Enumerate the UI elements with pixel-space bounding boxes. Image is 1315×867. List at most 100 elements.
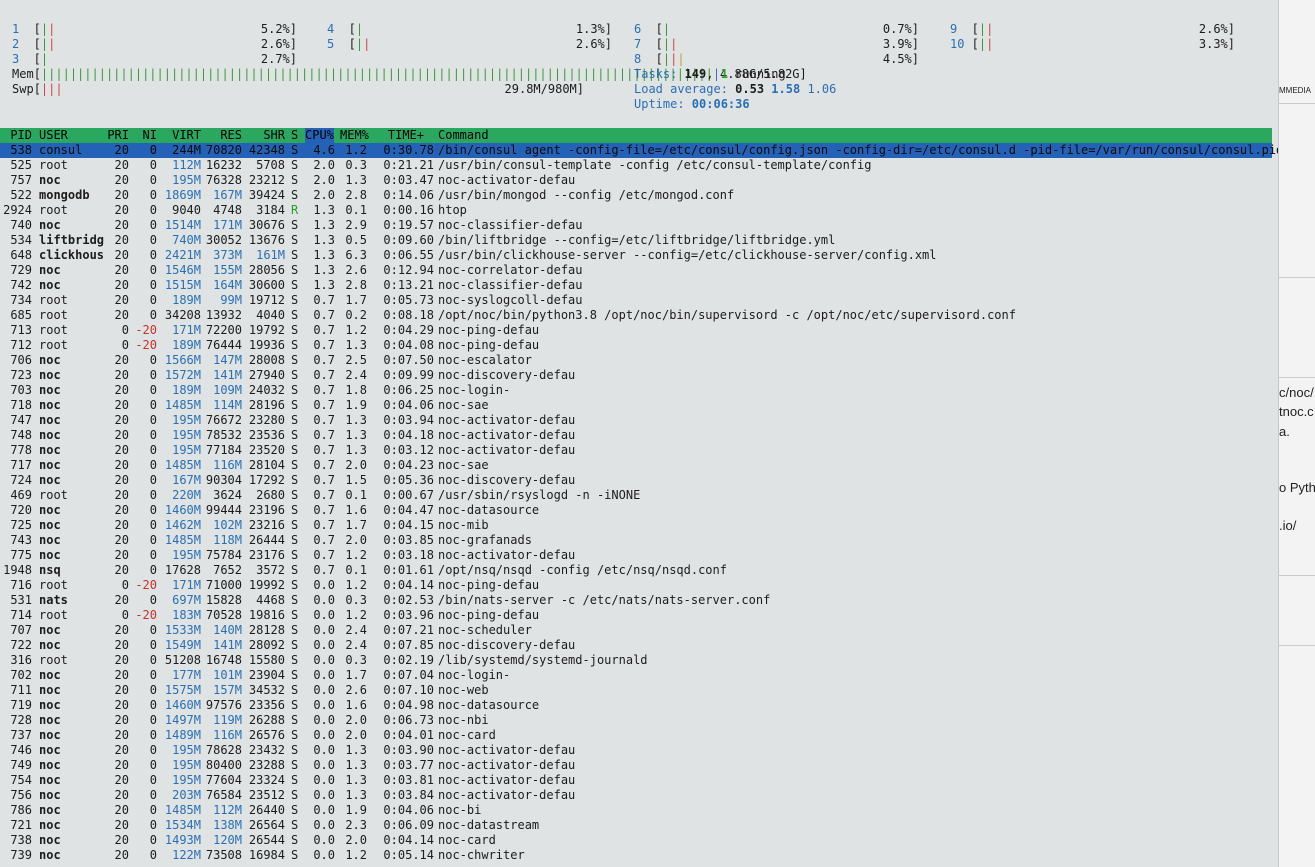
table-row[interactable]: 531 nats 20 0 697M 15828 4468 S 0.0 0.3 0:02.53/bi…: [0, 593, 1272, 608]
table-row[interactable]: 717 noc 20 0 1485M 116M 28104 S 0.7 2.0 0:04.23 noc…: [0, 458, 1272, 473]
table-row[interactable]: 538 consul 20 0 244M 70820 42348 S 4.6 1.2 0:30.78…: [0, 143, 1278, 158]
table-row[interactable]: 746 noc 20 0 195M 78628 23432 S 0.0 1.3 0:03.90 noc…: [0, 743, 1272, 758]
table-row[interactable]: 706 noc 20 0 1566M 147M 28008 S 0.7 2.5 0:07.50 noc…: [0, 353, 1272, 368]
cell-mem: 1.3: [345, 173, 367, 187]
cell-res: 30052: [205, 233, 242, 247]
col-command[interactable]: Command: [438, 128, 489, 143]
cell-command: noc-discovery-defau: [438, 368, 576, 382]
table-row[interactable]: 725 noc 20 0 1462M 102M 23216 S 0.7 1.7 0:04.15 noc…: [0, 518, 1272, 533]
table-row[interactable]: 716 root 0 -20 171M 71000 19992 S 0.0 1.2 0:04.14 n…: [0, 578, 1272, 593]
table-row[interactable]: 703 noc 20 0 189M 109M 24032 S 0.7 1.8 0:06.25 noc-…: [0, 383, 1272, 398]
htop-terminal[interactable]: 1 [|| 5.2%] 2 [|| 2.6%] 3 [| 2.7%] 4 [| 1.3%] 5 …: [0, 0, 1278, 867]
table-row[interactable]: 711 noc 20 0 1575M 157M 34532 S 0.0 2.6 0:07.10 noc…: [0, 683, 1272, 698]
cell-res: 76584: [205, 788, 242, 802]
cpu-meter: 8 [||| 4.5%]: [634, 52, 919, 66]
cell-command: noc-activator-defau: [438, 758, 576, 772]
table-row[interactable]: 749 noc 20 0 195M 80400 23288 S 0.0 1.3 0:03.77 noc…: [0, 758, 1272, 773]
table-row[interactable]: 729 noc 20 0 1546M 155M 28056 S 1.3 2.6 0:12.94 noc…: [0, 263, 1272, 278]
cell-ni: 0: [149, 533, 157, 547]
cell-mem: 1.9: [345, 803, 367, 817]
cell-shr: 17292: [248, 473, 285, 487]
table-row[interactable]: 685 root 20 0 34208 13932 4040 S 0.7 0.2 0:08.18/o…: [0, 308, 1272, 323]
cell-time: 0:03.90: [383, 743, 434, 757]
col-pri[interactable]: PRI: [102, 128, 129, 143]
table-row[interactable]: 719 noc 20 0 1460M 97576 23356 S 0.0 1.6 0:04.98 no…: [0, 698, 1272, 713]
cell-ni: 0: [149, 443, 157, 457]
table-row[interactable]: 713 root 0 -20 171M 72200 19792 S 0.7 1.2 0:04.29 n…: [0, 323, 1272, 338]
table-row[interactable]: 754 noc 20 0 195M 77604 23324 S 0.0 1.3 0:03.81 noc…: [0, 773, 1272, 788]
table-row[interactable]: 720 noc 20 0 1460M 99444 23196 S 0.7 1.6 0:04.47 no…: [0, 503, 1272, 518]
cell-state: S: [291, 653, 299, 667]
cell-pid: 719: [10, 698, 32, 712]
table-row[interactable]: 525 root 20 0 112M 16232 5708 S 2.0 0.3 0:21.21/us…: [0, 158, 1272, 173]
cell-pri: 20: [114, 533, 129, 547]
cell-cpu: 0.7: [313, 383, 335, 397]
col-time[interactable]: TIME+: [382, 128, 424, 143]
table-row[interactable]: 778 noc 20 0 195M 77184 23520 S 0.7 1.3 0:03.12 noc…: [0, 443, 1272, 458]
cell-user: noc: [39, 668, 61, 682]
table-row[interactable]: 534 liftbridg 20 0 740M 30052 13676 S 1.3 0.5 0:09…: [0, 233, 1272, 248]
table-row[interactable]: 756 noc 20 0 203M 76584 23512 S 0.0 1.3 0:03.84 noc…: [0, 788, 1272, 803]
table-row[interactable]: 757 noc 20 0 195M 76328 23212 S 2.0 1.3 0:03.47 noc…: [0, 173, 1272, 188]
cell-pid: 469: [10, 488, 32, 502]
cell-time: 0:06.09: [383, 818, 434, 832]
col-mem[interactable]: MEM%: [340, 128, 369, 143]
cell-ni: 0: [149, 473, 157, 487]
col-user[interactable]: USER: [39, 128, 68, 143]
col-ni[interactable]: NI: [133, 128, 157, 143]
cell-cpu: 0.0: [313, 818, 335, 832]
cell-virt: 1533M: [164, 623, 201, 637]
table-row[interactable]: 316 root 20 0 51208 16748 15580 S 0.0 0.3 0:02.19 /…: [0, 653, 1272, 668]
cell-cpu: 0.0: [313, 833, 335, 847]
table-row[interactable]: 723 noc 20 0 1572M 141M 27940 S 0.7 2.4 0:09.99 noc…: [0, 368, 1272, 383]
table-row[interactable]: 712 root 0 -20 189M 76444 19936 S 0.7 1.3 0:04.08 n…: [0, 338, 1272, 353]
table-row[interactable]: 722 noc 20 0 1549M 141M 28092 S 0.0 2.4 0:07.85 noc…: [0, 638, 1272, 653]
col-res[interactable]: RES: [205, 128, 242, 143]
table-row[interactable]: 775 noc 20 0 195M 75784 23176 S 0.7 1.2 0:03.18 noc…: [0, 548, 1272, 563]
table-row[interactable]: 522 mongodb 20 0 1869M 167M 39424 S 2.0 2.8 0:14.0…: [0, 188, 1272, 203]
table-row[interactable]: 738 noc 20 0 1493M 120M 26544 S 0.0 2.0 0:04.14 noc…: [0, 833, 1272, 848]
table-row[interactable]: 1948 nsq 20 0 17628 7652 3572 S 0.7 0.1 0:01.61/op…: [0, 563, 1272, 578]
table-row[interactable]: 728 noc 20 0 1497M 119M 26288 S 0.0 2.0 0:06.73 noc…: [0, 713, 1272, 728]
table-row[interactable]: 743 noc 20 0 1485M 118M 26444 S 0.7 2.0 0:03.85 noc…: [0, 533, 1272, 548]
cell-virt: 51208: [164, 653, 201, 667]
table-row[interactable]: 721 noc 20 0 1534M 138M 26564 S 0.0 2.3 0:06.09 noc…: [0, 818, 1272, 833]
cell-time: 0:04.06: [383, 398, 434, 412]
table-row[interactable]: 714 root 0 -20 183M 70528 19816 S 0.0 1.2 0:03.96 n…: [0, 608, 1272, 623]
cell-command: noc-bi: [438, 803, 482, 817]
col-cpu[interactable]: CPU%: [305, 128, 334, 143]
cell-pri: 20: [114, 668, 129, 682]
table-row[interactable]: 2924 root 20 0 9040 4748 3184 R 1.3 0.1 0:00.16 hto…: [0, 203, 1272, 218]
table-row[interactable]: 718 noc 20 0 1485M 114M 28196 S 0.7 1.9 0:04.06 noc…: [0, 398, 1272, 413]
cell-pri: 0: [121, 323, 129, 337]
cell-time: 0:02.19: [383, 653, 434, 667]
table-row[interactable]: 742 noc 20 0 1515M 164M 30600 S 1.3 2.8 0:13.21 noc…: [0, 278, 1272, 293]
cell-res: 171M: [213, 218, 242, 232]
col-state[interactable]: S: [291, 128, 298, 143]
col-virt[interactable]: VIRT: [160, 128, 201, 143]
table-row[interactable]: 702 noc 20 0 177M 101M 23904 S 0.0 1.7 0:07.04 noc-…: [0, 668, 1272, 683]
table-row[interactable]: 707 noc 20 0 1533M 140M 28128 S 0.0 2.4 0:07.21 noc…: [0, 623, 1272, 638]
table-row[interactable]: 734 root 20 0 189M 99M 19712 S 0.7 1.7 0:05.73 noc-…: [0, 293, 1272, 308]
cell-res: 147M: [213, 353, 242, 367]
table-row[interactable]: 469 root 20 0 220M 3624 2680 S 0.7 0.1 0:00.67/usr…: [0, 488, 1272, 503]
table-row[interactable]: 724 noc 20 0 167M 90304 17292 S 0.7 1.5 0:05.36 noc…: [0, 473, 1272, 488]
table-row[interactable]: 739 noc 20 0 122M 73508 16984 S 0.0 1.2 0:05.14 noc…: [0, 848, 1272, 863]
cell-virt: 171M: [172, 323, 201, 337]
cell-ni: -20: [135, 338, 157, 352]
col-shr[interactable]: SHR: [245, 128, 285, 143]
table-row[interactable]: 748 noc 20 0 195M 78532 23536 S 0.7 1.3 0:04.18 noc…: [0, 428, 1272, 443]
cell-user: noc: [39, 518, 61, 532]
cell-pri: 20: [114, 518, 129, 532]
cell-state: S: [291, 293, 299, 307]
table-row[interactable]: 737 noc 20 0 1489M 116M 26576 S 0.0 2.0 0:04.01 noc…: [0, 728, 1272, 743]
cell-pid: 734: [10, 293, 32, 307]
cell-shr: 4468: [256, 593, 285, 607]
table-row[interactable]: 786 noc 20 0 1485M 112M 26440 S 0.0 1.9 0:04.06 noc…: [0, 803, 1272, 818]
table-row[interactable]: 747 noc 20 0 195M 76672 23280 S 0.7 1.3 0:03.94 noc…: [0, 413, 1272, 428]
table-row[interactable]: 740 noc 20 0 1514M 171M 30676 S 1.3 2.9 0:19.57 noc…: [0, 218, 1272, 233]
cell-shr: 19936: [248, 338, 285, 352]
side-fragment-1: c/noc/: [1279, 385, 1314, 400]
col-pid[interactable]: PID: [0, 128, 32, 143]
table-row[interactable]: 648 clickhous 20 0 2421M 373M 161M S 1.3 6.3 0:06.…: [0, 248, 1272, 263]
